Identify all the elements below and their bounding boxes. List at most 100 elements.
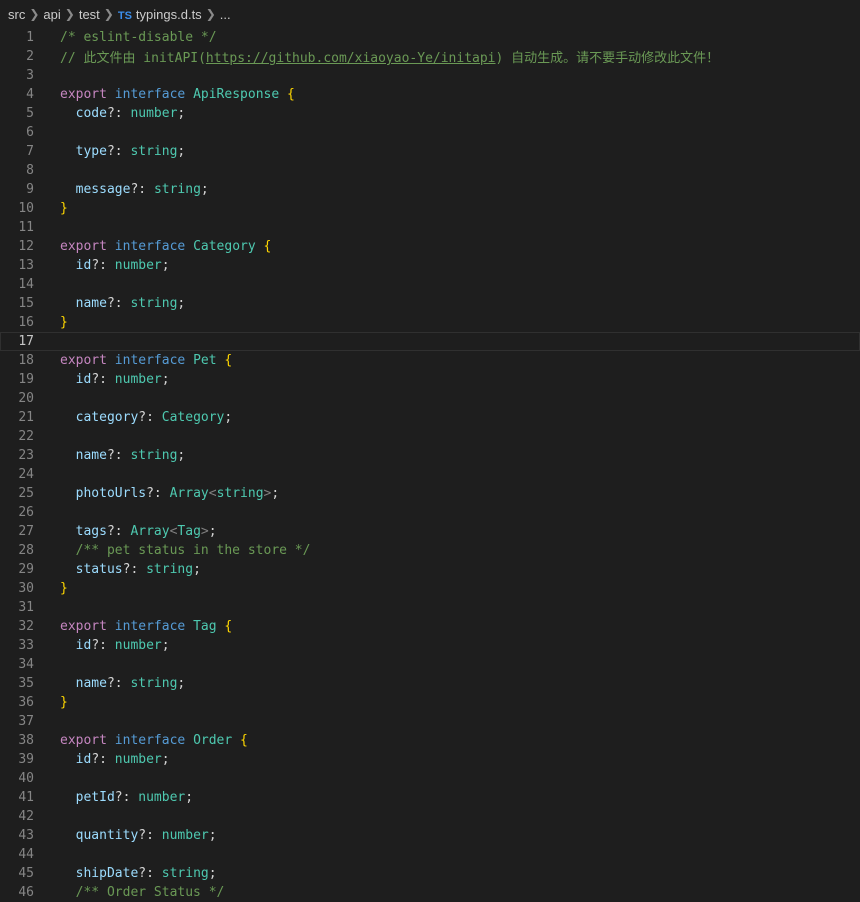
code-line[interactable]: 30} bbox=[0, 579, 860, 598]
code-text[interactable]: quantity?: number; bbox=[60, 828, 217, 843]
code-text[interactable]: } bbox=[60, 581, 68, 596]
code-line[interactable]: 22 bbox=[0, 427, 860, 446]
code-line[interactable]: 37 bbox=[0, 712, 860, 731]
code-text[interactable]: id?: number; bbox=[60, 638, 170, 653]
line-number: 30 bbox=[18, 581, 34, 596]
line-number: 7 bbox=[26, 144, 34, 159]
code-line[interactable]: 31 bbox=[0, 598, 860, 617]
code-text[interactable]: export interface Category { bbox=[60, 239, 271, 254]
line-number: 36 bbox=[18, 695, 34, 710]
code-line[interactable]: 36} bbox=[0, 693, 860, 712]
code-line[interactable]: 8 bbox=[0, 161, 860, 180]
code-text[interactable]: export interface Pet { bbox=[60, 353, 232, 368]
code-text[interactable]: } bbox=[60, 201, 68, 216]
line-number: 34 bbox=[18, 657, 34, 672]
code-text[interactable]: export interface Tag { bbox=[60, 619, 232, 634]
line-number: 1 bbox=[26, 30, 34, 45]
code-line[interactable]: 13 id?: number; bbox=[0, 256, 860, 275]
code-text[interactable]: } bbox=[60, 315, 68, 330]
code-text[interactable]: petId?: number; bbox=[60, 790, 193, 805]
code-line[interactable]: 35 name?: string; bbox=[0, 674, 860, 693]
code-line[interactable]: 20 bbox=[0, 389, 860, 408]
code-line[interactable]: 17 bbox=[0, 332, 860, 351]
code-text[interactable]: } bbox=[60, 695, 68, 710]
line-number: 8 bbox=[26, 163, 34, 178]
code-text[interactable]: // 此文件由 initAPI(https://github.com/xiaoy… bbox=[60, 47, 719, 66]
line-number: 28 bbox=[18, 543, 34, 558]
code-text[interactable]: id?: number; bbox=[60, 752, 170, 767]
code-line[interactable]: 45 shipDate?: string; bbox=[0, 864, 860, 883]
code-text[interactable]: shipDate?: string; bbox=[60, 866, 217, 881]
code-line[interactable]: 9 message?: string; bbox=[0, 180, 860, 199]
code-line[interactable]: 32 export interface Tag { bbox=[0, 617, 860, 636]
code-line[interactable]: 21 category?: Category; bbox=[0, 408, 860, 427]
code-text[interactable]: export interface Order { bbox=[60, 733, 248, 748]
code-line[interactable]: 26 bbox=[0, 503, 860, 522]
code-line[interactable]: 11 bbox=[0, 218, 860, 237]
code-line[interactable]: 25 photoUrls?: Array<string>; bbox=[0, 484, 860, 503]
code-editor[interactable]: 1 /* eslint-disable */ 2 // 此文件由 initAPI(ht… bbox=[0, 28, 860, 902]
code-text[interactable]: id?: number; bbox=[60, 258, 170, 273]
code-line[interactable]: 4 export interface ApiResponse { bbox=[0, 85, 860, 104]
code-text[interactable]: message?: string; bbox=[60, 182, 209, 197]
code-line[interactable]: 23 name?: string; bbox=[0, 446, 860, 465]
code-line[interactable]: 39 id?: number; bbox=[0, 750, 860, 769]
code-text[interactable]: /** pet status in the store */ bbox=[60, 543, 311, 558]
code-line[interactable]: 5 code?: number; bbox=[0, 104, 860, 123]
code-line[interactable]: 7 type?: string; bbox=[0, 142, 860, 161]
line-number: 12 bbox=[18, 239, 34, 254]
line-number: 40 bbox=[18, 771, 34, 786]
code-line[interactable]: 28 /** pet status in the store */ bbox=[0, 541, 860, 560]
code-text[interactable]: /* eslint-disable */ bbox=[60, 30, 217, 45]
line-number: 35 bbox=[18, 676, 34, 691]
code-line[interactable]: 16} bbox=[0, 313, 860, 332]
code-line[interactable]: 3 bbox=[0, 66, 860, 85]
code-line[interactable]: 10} bbox=[0, 199, 860, 218]
code-line[interactable]: 6 bbox=[0, 123, 860, 142]
code-text[interactable]: id?: number; bbox=[60, 372, 170, 387]
code-text[interactable]: type?: string; bbox=[60, 144, 186, 159]
code-line[interactable]: 41 petId?: number; bbox=[0, 788, 860, 807]
code-line[interactable]: 46 /** Order Status */ bbox=[0, 883, 860, 902]
code-text[interactable]: category?: Category; bbox=[60, 410, 233, 425]
chevron-right-icon: ❯ bbox=[64, 7, 75, 21]
code-line[interactable]: 12 export interface Category { bbox=[0, 237, 860, 256]
breadcrumb-test[interactable]: test bbox=[79, 7, 100, 22]
line-number: 38 bbox=[18, 733, 34, 748]
line-number: 26 bbox=[18, 505, 34, 520]
code-text[interactable]: tags?: Array<Tag>; bbox=[60, 524, 217, 539]
line-number: 22 bbox=[18, 429, 34, 444]
code-line[interactable]: 14 bbox=[0, 275, 860, 294]
code-text[interactable]: name?: string; bbox=[60, 296, 186, 311]
code-line[interactable]: 2 // 此文件由 initAPI(https://github.com/xiao… bbox=[0, 47, 860, 66]
code-line[interactable]: 19 id?: number; bbox=[0, 370, 860, 389]
code-line[interactable]: 15 name?: string; bbox=[0, 294, 860, 313]
line-number: 32 bbox=[18, 619, 34, 634]
line-number: 10 bbox=[18, 201, 34, 216]
code-line[interactable]: 43 quantity?: number; bbox=[0, 826, 860, 845]
code-line[interactable]: 27 tags?: Array<Tag>; bbox=[0, 522, 860, 541]
code-line[interactable]: 29 status?: string; bbox=[0, 560, 860, 579]
breadcrumb-src[interactable]: src bbox=[8, 7, 25, 22]
code-line[interactable]: 1 /* eslint-disable */ bbox=[0, 28, 860, 47]
code-line[interactable]: 38 export interface Order { bbox=[0, 731, 860, 750]
code-line[interactable]: 44 bbox=[0, 845, 860, 864]
code-text[interactable]: name?: string; bbox=[60, 448, 186, 463]
code-text[interactable]: export interface ApiResponse { bbox=[60, 87, 295, 102]
code-line[interactable]: 24 bbox=[0, 465, 860, 484]
code-line[interactable]: 42 bbox=[0, 807, 860, 826]
code-text[interactable]: status?: string; bbox=[60, 562, 201, 577]
chevron-right-icon: ❯ bbox=[205, 7, 216, 21]
code-line[interactable]: 40 bbox=[0, 769, 860, 788]
breadcrumb-file[interactable]: TS typings.d.ts bbox=[118, 7, 202, 22]
line-number: 33 bbox=[18, 638, 34, 653]
code-line[interactable]: 34 bbox=[0, 655, 860, 674]
code-text[interactable]: name?: string; bbox=[60, 676, 186, 691]
code-line[interactable]: 33 id?: number; bbox=[0, 636, 860, 655]
code-line[interactable]: 18 export interface Pet { bbox=[0, 351, 860, 370]
breadcrumb-api[interactable]: api bbox=[43, 7, 60, 22]
breadcrumb-more[interactable]: ... bbox=[220, 7, 231, 22]
code-text[interactable]: code?: number; bbox=[60, 106, 186, 121]
code-text[interactable]: /** Order Status */ bbox=[60, 885, 225, 900]
code-text[interactable]: photoUrls?: Array<string>; bbox=[60, 486, 280, 501]
